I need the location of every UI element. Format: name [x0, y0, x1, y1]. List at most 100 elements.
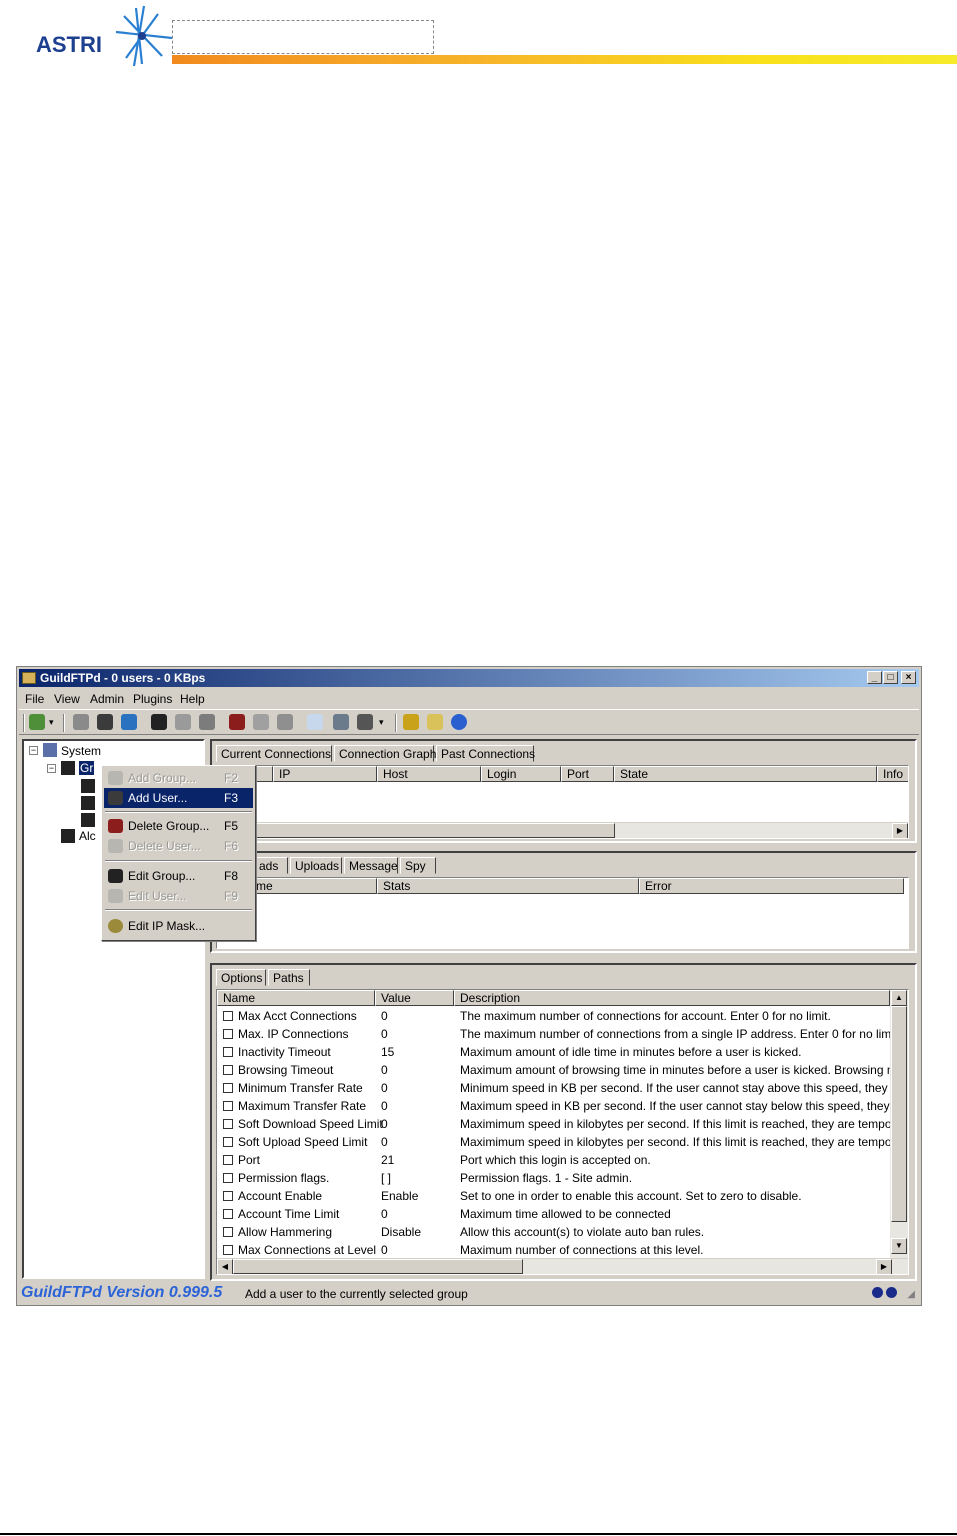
- scroll-up-icon[interactable]: ▲: [891, 990, 907, 1006]
- menu-view[interactable]: View: [54, 692, 80, 706]
- col-option-name[interactable]: Name: [217, 990, 375, 1006]
- horizontal-scrollbar[interactable]: ▶: [217, 822, 908, 838]
- col-port[interactable]: Port: [561, 766, 614, 782]
- menu-item-edit-ip-mask[interactable]: Edit IP Mask...: [104, 916, 253, 936]
- checkbox[interactable]: [223, 1173, 233, 1183]
- option-value: 15: [381, 1045, 395, 1059]
- menu-item-delete-group[interactable]: Delete Group... F5: [104, 816, 253, 836]
- scroll-left-icon[interactable]: ◀: [217, 1259, 233, 1274]
- tools-icon[interactable]: [357, 714, 373, 730]
- delete-user-icon[interactable]: [253, 714, 269, 730]
- tab-paths[interactable]: Paths: [268, 969, 310, 986]
- connections-list[interactable]: IP Host Login Port State Info ▶: [216, 765, 909, 839]
- tab-downloads[interactable]: ads: [254, 857, 288, 874]
- scroll-thumb[interactable]: [233, 1259, 523, 1274]
- menu-item-add-group[interactable]: Add Group... F2: [104, 768, 253, 788]
- option-value: 0: [381, 1099, 388, 1113]
- menu-help[interactable]: Help: [180, 692, 205, 706]
- document-icon[interactable]: [307, 714, 323, 730]
- checkbox[interactable]: [223, 1029, 233, 1039]
- options-rows: Max Acct Connections 0 The maximum number …: [217, 1006, 890, 1258]
- option-name: Max. IP Connections: [238, 1027, 349, 1041]
- tab-uploads[interactable]: Uploads: [290, 857, 342, 874]
- user-icon: [81, 796, 95, 810]
- astri-logo: ASTRI: [36, 4, 176, 68]
- checkbox[interactable]: [223, 1047, 233, 1057]
- col-host[interactable]: Host: [377, 766, 481, 782]
- folder-gray-icon[interactable]: [277, 714, 293, 730]
- options-list[interactable]: Name Value Description Max Acct Connecti…: [216, 989, 909, 1275]
- col-option-value[interactable]: Value: [375, 990, 454, 1006]
- dropdown-arrow-icon[interactable]: ▾: [49, 714, 57, 730]
- menu-plugins[interactable]: Plugins: [133, 692, 172, 706]
- server-on-icon[interactable]: [29, 714, 45, 730]
- arrow-down-icon[interactable]: [403, 714, 419, 730]
- group-icon[interactable]: [151, 714, 167, 730]
- menu-bar: File View Admin Plugins Help: [19, 689, 919, 707]
- dropdown-arrow-icon[interactable]: ▾: [379, 714, 387, 730]
- col-state[interactable]: State: [614, 766, 877, 782]
- scroll-thumb[interactable]: [235, 823, 615, 838]
- checkbox[interactable]: [223, 1245, 233, 1255]
- checkbox[interactable]: [223, 1101, 233, 1111]
- close-button[interactable]: ×: [901, 671, 916, 684]
- title-bar[interactable]: GuildFTPd - 0 users - 0 KBps _ □ ×: [19, 669, 919, 687]
- col-info[interactable]: Info: [877, 766, 908, 782]
- menu-item-edit-user[interactable]: Edit User... F9: [104, 886, 253, 906]
- scroll-thumb[interactable]: [891, 1006, 907, 1222]
- col-option-description[interactable]: Description: [454, 990, 890, 1006]
- binoculars-icon[interactable]: [333, 714, 349, 730]
- menu-admin[interactable]: Admin: [90, 692, 124, 706]
- scroll-right-icon[interactable]: ▶: [876, 1259, 892, 1274]
- col-stats[interactable]: Stats: [377, 878, 639, 894]
- scroll-right-icon[interactable]: ▶: [892, 823, 908, 838]
- tab-current-connections[interactable]: Current Connections: [216, 745, 332, 762]
- checkbox[interactable]: [223, 1209, 233, 1219]
- checkbox[interactable]: [223, 1065, 233, 1075]
- collapse-icon[interactable]: −: [29, 746, 38, 755]
- tab-options[interactable]: Options: [216, 969, 266, 986]
- checkbox[interactable]: [223, 1083, 233, 1093]
- help-doc-icon[interactable]: [427, 714, 443, 730]
- checkbox[interactable]: [223, 1011, 233, 1021]
- vertical-scrollbar[interactable]: ▲ ▼: [890, 990, 908, 1258]
- horizontal-scrollbar[interactable]: ◀ ▶: [217, 1258, 908, 1274]
- menu-item-add-user[interactable]: Add User... F3: [104, 788, 253, 808]
- resize-grip-icon[interactable]: ◢: [907, 1289, 915, 1300]
- edit-user-icon: [108, 889, 123, 903]
- add-group-icon[interactable]: [73, 714, 89, 730]
- checkbox[interactable]: [223, 1137, 233, 1147]
- option-name: Max Acct Connections: [238, 1009, 357, 1023]
- delete-group-icon[interactable]: [229, 714, 245, 730]
- checkbox[interactable]: [223, 1155, 233, 1165]
- col-login[interactable]: Login: [481, 766, 561, 782]
- edit-icon[interactable]: [121, 714, 137, 730]
- maximize-button[interactable]: □: [883, 671, 898, 684]
- info-icon[interactable]: [451, 714, 467, 730]
- tab-connection-graph[interactable]: Connection Graph: [334, 745, 436, 762]
- checkbox[interactable]: [223, 1119, 233, 1129]
- tree-item-groups[interactable]: Gr: [79, 761, 95, 775]
- tab-spy[interactable]: Spy: [400, 857, 436, 874]
- minimize-button[interactable]: _: [867, 671, 882, 684]
- delete-user-icon: [108, 839, 123, 853]
- tab-message[interactable]: Message: [344, 857, 398, 874]
- checkbox[interactable]: [223, 1191, 233, 1201]
- tree-item-system[interactable]: System: [61, 744, 101, 758]
- collapse-icon[interactable]: −: [47, 764, 56, 773]
- user-icon[interactable]: [175, 714, 191, 730]
- menu-file[interactable]: File: [25, 692, 44, 706]
- checkbox[interactable]: [223, 1227, 233, 1237]
- group-icon: [61, 829, 75, 843]
- col-ip[interactable]: IP: [273, 766, 377, 782]
- menu-item-edit-group[interactable]: Edit Group... F8: [104, 866, 253, 886]
- add-user-icon[interactable]: [97, 714, 113, 730]
- scroll-down-icon[interactable]: ▼: [891, 1238, 907, 1254]
- option-description: The maximum number of connections for ac…: [460, 1009, 831, 1023]
- tree-item-alt[interactable]: Alc: [79, 829, 96, 843]
- transfer-list[interactable]: me Stats Error: [216, 877, 909, 949]
- col-error[interactable]: Error: [639, 878, 904, 894]
- menu-item-delete-user[interactable]: Delete User... F6: [104, 836, 253, 856]
- folder-icon[interactable]: [199, 714, 215, 730]
- tab-past-connections[interactable]: Past Connections: [436, 745, 535, 762]
